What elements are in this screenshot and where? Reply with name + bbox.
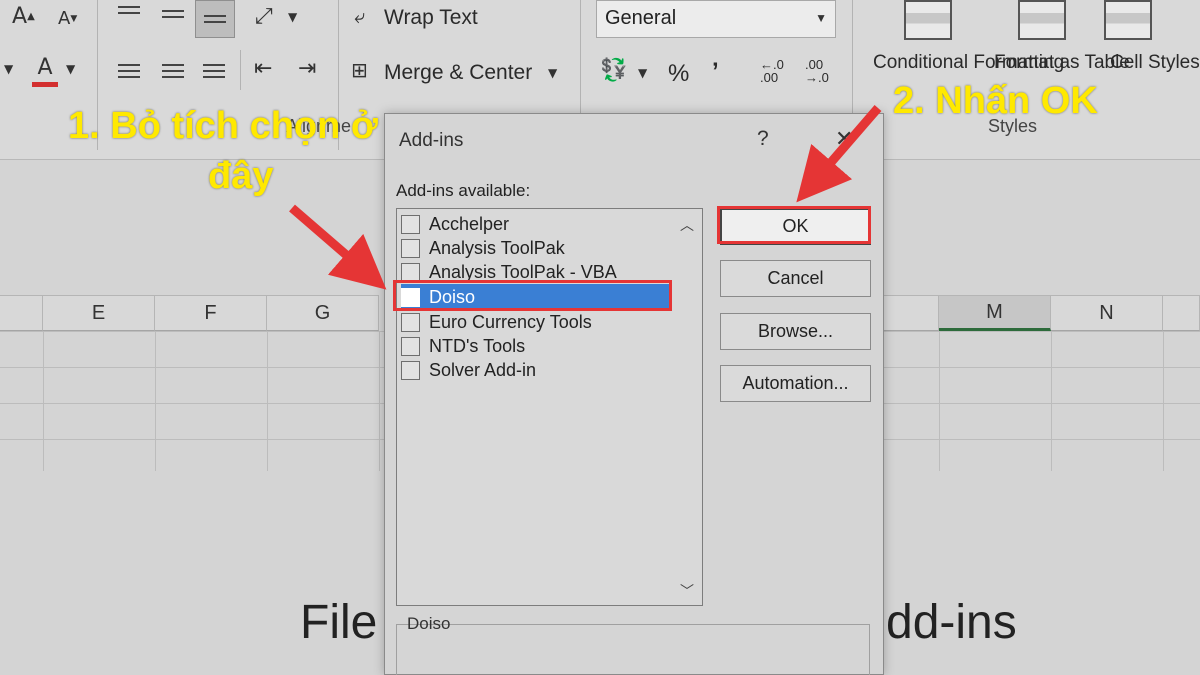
increase-font-size-button[interactable]: A ▲ [12, 4, 35, 29]
add-ins-listbox[interactable]: Acchelper Analysis ToolPak Analysis Tool… [396, 208, 703, 606]
format-as-table-icon [1018, 0, 1066, 40]
percent-style-button[interactable]: % [668, 60, 689, 88]
accounting-format-icon[interactable]: 💱 [600, 58, 627, 83]
middle-align-icon[interactable] [162, 10, 184, 28]
step1-line1: 1. Bỏ tích chọn ở [68, 105, 378, 147]
list-item-label: Euro Currency Tools [429, 311, 592, 332]
wrap-text-button[interactable]: Wrap Text [384, 6, 478, 30]
cell-styles-button[interactable]: Cell Styles [1110, 52, 1200, 74]
fill-color-dropdown-icon[interactable]: ▼ [4, 62, 13, 76]
dialog-title: Add-ins [399, 130, 464, 151]
list-item-label: Analysis ToolPak [429, 237, 565, 258]
description-title: Doiso [407, 614, 451, 633]
bottom-align-button[interactable] [195, 0, 235, 38]
checkbox[interactable] [401, 238, 420, 258]
background-caption-right: dd-ins [886, 596, 1017, 649]
cell-styles-icon [1104, 0, 1152, 40]
list-item-label: Acchelper [429, 213, 510, 234]
increase-font-glyph: A [12, 4, 28, 29]
list-item-acchelper[interactable]: Acchelper [401, 212, 671, 236]
help-button[interactable]: ? [757, 127, 769, 151]
checkbox[interactable] [401, 360, 420, 380]
column-header-o-partial[interactable] [1163, 295, 1200, 331]
merge-center-icon[interactable]: ⊞ [351, 58, 368, 82]
column-header-e[interactable]: E [43, 295, 155, 331]
decrease-decimal-button[interactable]: .00 →.0 [805, 58, 829, 84]
scroll-down-icon[interactable]: ﹀ [680, 581, 694, 601]
font-color-dropdown-icon[interactable]: ▼ [66, 62, 75, 76]
highlight-box-ok [717, 206, 871, 244]
column-header-l-partial[interactable] [884, 295, 939, 331]
align-right-icon[interactable] [203, 64, 225, 82]
background-caption-left: File [300, 596, 378, 649]
column-header-n[interactable]: N [1051, 295, 1163, 331]
add-ins-dialog: Add-ins ? ✕ Add-ins available: Acchelper… [384, 113, 884, 675]
column-header-d-partial[interactable] [0, 295, 43, 331]
chevron-down-icon: ▼ [815, 11, 827, 25]
scroll-up-icon[interactable]: ︿ [680, 215, 694, 235]
list-item-label: Solver Add-in [429, 359, 537, 380]
browse-button[interactable]: Browse... [720, 313, 871, 350]
merge-dropdown-icon[interactable]: ▼ [548, 66, 557, 80]
checkbox[interactable] [401, 336, 420, 356]
decrease-indent-icon[interactable]: ⇤ [254, 56, 272, 81]
increase-decimal-button[interactable]: ←.0 .00 [760, 58, 784, 84]
list-item-solver-add-in[interactable]: Solver Add-in [401, 358, 671, 382]
column-header-g[interactable]: G [267, 295, 379, 331]
orientation-icon[interactable]: ⤢ [255, 4, 273, 29]
font-color-button[interactable]: A [32, 56, 58, 88]
list-item-analysis-toolpak[interactable]: Analysis ToolPak [401, 236, 671, 260]
accounting-dropdown-icon[interactable]: ▼ [638, 66, 647, 80]
close-icon[interactable]: ✕ [835, 126, 853, 152]
decrease-font-size-button[interactable]: A ▼ [58, 8, 77, 29]
checkbox[interactable] [401, 312, 420, 332]
ribbon-separator [240, 50, 241, 90]
checkbox[interactable] [401, 262, 420, 282]
column-header-m[interactable]: M [939, 295, 1051, 331]
add-ins-available-label: Add-ins available: [396, 181, 531, 200]
automation-button[interactable]: Automation... [720, 365, 871, 402]
step1-callout: 1. Bỏ tích chọn ở đây [68, 101, 378, 201]
conditional-formatting-icon [904, 0, 952, 40]
font-color-bar [32, 82, 58, 87]
highlight-box-doiso [393, 280, 672, 311]
list-item-label: NTD's Tools [429, 335, 526, 356]
font-color-glyph: A [37, 55, 53, 80]
step2-callout: 2. Nhấn OK [893, 80, 1098, 122]
increase-indent-icon[interactable]: ⇥ [298, 56, 316, 81]
comma-style-button[interactable]: ’ [712, 58, 719, 86]
step1-line2: đây [208, 155, 274, 197]
merge-center-button[interactable]: Merge & Center [384, 61, 532, 85]
decrease-font-glyph: A [58, 8, 71, 29]
list-item-euro-currency-tools[interactable]: Euro Currency Tools [401, 310, 671, 334]
orientation-dropdown-icon[interactable]: ▼ [288, 10, 297, 24]
top-align-icon[interactable] [118, 6, 140, 24]
wrap-text-icon[interactable]: ⤶ [354, 4, 365, 28]
number-format-select[interactable]: General ▼ [596, 0, 836, 38]
number-format-value: General [605, 7, 677, 29]
align-center-icon[interactable] [162, 64, 184, 82]
cancel-button[interactable]: Cancel [720, 260, 871, 297]
align-left-icon[interactable] [118, 64, 140, 82]
list-item-ntds-tools[interactable]: NTD's Tools [401, 334, 671, 358]
description-box [396, 624, 870, 675]
column-header-f[interactable]: F [155, 295, 267, 331]
checkbox[interactable] [401, 214, 420, 234]
